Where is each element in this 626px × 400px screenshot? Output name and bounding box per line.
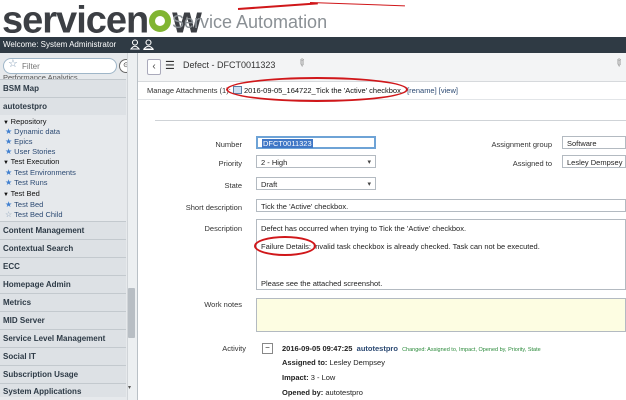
activity-changed-fields: Changed: Assigned to, Impact, Opened by,… — [402, 347, 541, 353]
nav-item-dynamic-data[interactable]: ★ Dynamic data — [5, 127, 60, 136]
nav-section-system-applications[interactable]: System Applications — [0, 383, 126, 397]
nav-scrollbar[interactable] — [127, 53, 137, 400]
form-separator — [155, 120, 626, 121]
assignment-group-field[interactable]: Software — [562, 136, 626, 149]
nav-section-content-management[interactable]: Content Management — [0, 221, 126, 239]
navigation-sidebar: ☆ ⊙ Performance Analytics BSM Map autote… — [0, 53, 138, 400]
filter-input[interactable] — [20, 61, 114, 72]
state-select[interactable]: Draft — [256, 177, 376, 191]
short-description-label: Short description — [185, 203, 242, 212]
welcome-text: Welcome: System Administrator — [3, 40, 117, 49]
nav-section-homepage-admin[interactable]: Homepage Admin — [0, 275, 126, 293]
short-description-field[interactable]: Tick the 'Active' checkbox. — [256, 199, 626, 212]
description-line-1: Defect has occurred when trying to Tick … — [261, 224, 467, 233]
attachment-divider — [138, 99, 626, 100]
nav-section-metrics[interactable]: Metrics — [0, 293, 126, 311]
annotation-oval-failure-details — [254, 236, 316, 256]
nav-section-social-it[interactable]: Social IT — [0, 347, 126, 365]
star-icon: ★ — [5, 168, 13, 177]
nav-section-subscription-usage[interactable]: Subscription Usage — [0, 365, 126, 383]
nav-item-user-stories[interactable]: ★ User Stories — [5, 147, 55, 156]
activity-row: Opened by: autotestpro — [282, 388, 363, 397]
activity-row: Assigned to: Lesley Dempsey — [282, 358, 385, 367]
nav-section-autotestpro[interactable]: autotestpro — [0, 97, 126, 115]
priority-label: Priority — [218, 159, 242, 168]
rename-link[interactable]: [rename] — [407, 86, 437, 95]
nav-item-test-bed-child[interactable]: ☆ Test Bed Child — [5, 210, 63, 219]
collapse-activity-button[interactable]: − — [262, 343, 273, 354]
nav-section-contextual-search[interactable]: Contextual Search — [0, 239, 126, 257]
description-label: Description — [204, 224, 242, 233]
description-field[interactable]: Defect has occurred when trying to Tick … — [256, 219, 626, 290]
context-menu-icon[interactable]: ☰ — [165, 61, 177, 72]
welcome-bar: Welcome: System Administrator — [0, 37, 626, 53]
nav-item-repository[interactable]: ▼ Repository — [3, 117, 46, 126]
nav-item-epics[interactable]: ★ Epics — [5, 137, 33, 146]
favorite-star-icon[interactable]: ☆ — [8, 57, 18, 70]
assignment-group-label: Assignment group — [491, 140, 552, 149]
logo-o-ring — [149, 9, 172, 32]
nav-item-test-bed-header[interactable]: ▼ Test Bed — [3, 189, 40, 198]
nav-item-test-bed[interactable]: ★ Test Bed — [5, 200, 43, 209]
activity-row: Impact: 3 - Low — [282, 373, 336, 382]
state-label: State — [224, 181, 242, 190]
work-notes-label: Work notes — [204, 300, 242, 309]
manage-attachments-link[interactable]: Manage Attachments (1): — [147, 86, 231, 95]
assigned-to-label: Assigned to — [512, 159, 552, 168]
nav-item-test-execution[interactable]: ▼ Test Execution — [3, 157, 59, 166]
record-title: Defect - DFCT0011323 — [183, 60, 276, 70]
nav-section-bsm-map[interactable]: BSM Map — [0, 79, 126, 97]
user-icon[interactable] — [129, 39, 141, 50]
number-label: Number — [215, 140, 242, 149]
number-field[interactable]: DFCT0011323 — [256, 136, 376, 149]
nav-section-service-level-management[interactable]: Service Level Management — [0, 329, 126, 347]
work-notes-field[interactable] — [256, 298, 626, 332]
view-link[interactable]: [view] — [439, 86, 458, 95]
nav-item-test-environments[interactable]: ★ Test Environments — [5, 168, 76, 177]
star-icon: ★ — [5, 178, 13, 187]
priority-select[interactable]: 2 - High — [256, 155, 376, 169]
star-icon: ★ — [5, 127, 13, 136]
activity-label: Activity — [222, 344, 246, 353]
nav-section-ecc[interactable]: ECC — [0, 257, 126, 275]
impersonate-user-icon[interactable] — [142, 39, 155, 50]
nav-scrollbar-thumb[interactable] — [128, 288, 135, 338]
star-icon: ★ — [5, 137, 13, 146]
star-icon: ★ — [5, 147, 13, 156]
nav-item-test-runs[interactable]: ★ Test Runs — [5, 178, 48, 187]
activity-user[interactable]: autotestpro — [357, 344, 398, 353]
nav-section-mid-server[interactable]: MID Server — [0, 311, 126, 329]
annotation-oval-attachment — [226, 77, 408, 102]
product-name: Service Automation — [172, 12, 328, 32]
activity-entry-header: 2016-09-05 09:47:25 autotestpro Changed:… — [282, 344, 541, 353]
filter-box[interactable]: ☆ — [3, 58, 117, 74]
back-button[interactable]: ‹ — [147, 59, 161, 75]
description-line-3: Please see the attached screenshot. — [261, 279, 383, 288]
scroll-down-arrow[interactable]: ▾ — [128, 384, 131, 391]
star-outline-icon: ☆ — [5, 210, 13, 219]
assigned-to-field[interactable]: Lesley Dempsey — [562, 155, 626, 168]
star-icon: ★ — [5, 200, 13, 209]
